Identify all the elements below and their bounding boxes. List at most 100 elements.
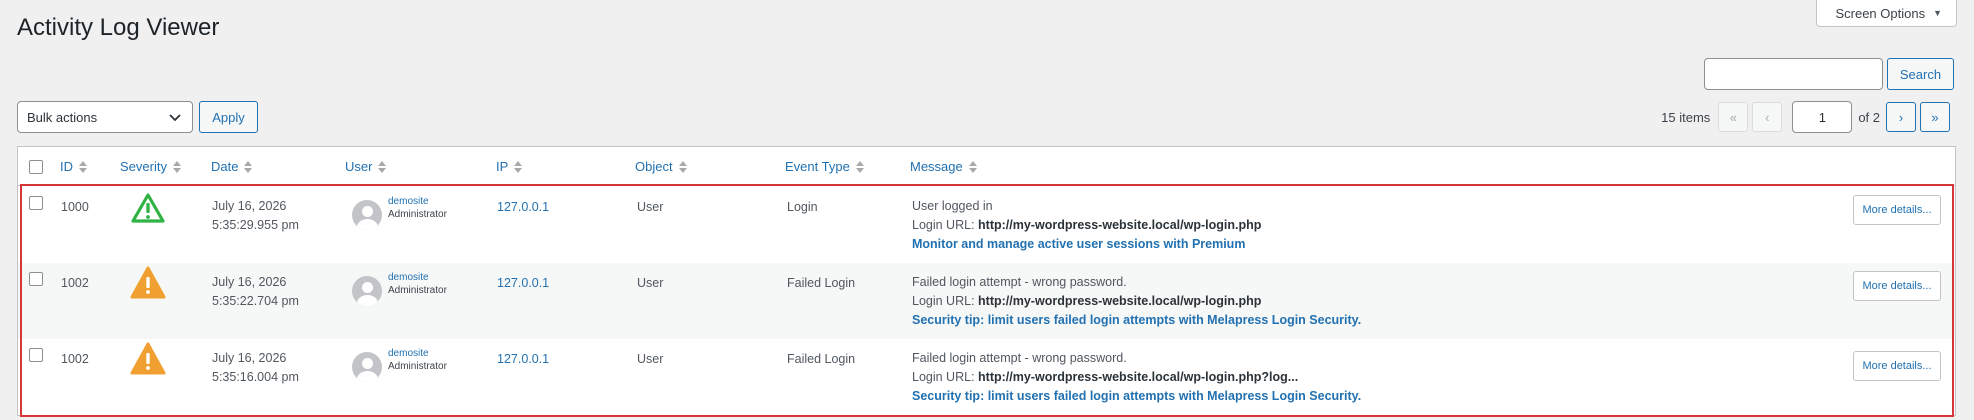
more-details-button[interactable]: More details... [1853,351,1941,381]
column-header-user[interactable]: User [345,147,387,186]
table-row: 1002 July 16, 2026 5:35:16.004 pm demosi… [18,339,1955,415]
row-event-type: Failed Login [787,352,856,366]
screen-options-button[interactable]: Screen Options ▼ [1816,0,1957,27]
row-event-type: Login [787,200,818,214]
caret-down-icon: ▼ [1933,8,1942,18]
column-label: Event Type [785,159,850,174]
column-header-ip[interactable]: IP [496,147,523,186]
ip-link[interactable]: 127.0.0.1 [497,276,549,290]
user-role: Administrator [388,285,447,296]
search-button[interactable]: Search [1887,58,1954,90]
row-user: demosite Administrator [352,271,447,306]
column-header-message[interactable]: Message [910,147,977,186]
select-all-checkbox[interactable] [29,159,43,174]
row-date: July 16, 2026 [212,275,287,289]
prev-page-button[interactable]: ‹ [1752,102,1783,132]
login-url: http://my-wordpress-website.local/wp-log… [978,218,1262,232]
row-id: 1002 [61,352,89,366]
column-header-object[interactable]: Object [635,147,687,186]
table-header: ID Severity Date User IP Object Event Ty… [18,147,1955,186]
column-label: Object [635,159,673,174]
promo-link[interactable]: Security tip: limit users failed login a… [912,387,1361,406]
last-page-button[interactable]: » [1920,102,1950,132]
column-header-severity[interactable]: Severity [120,147,181,186]
column-label: IP [496,159,509,174]
row-user: demosite Administrator [352,195,447,230]
next-page-button[interactable]: › [1886,102,1916,132]
row-checkbox[interactable] [29,348,43,362]
row-time: 5:35:16.004 pm [212,370,299,384]
pagination: 15 items « ‹ 1 of 2 › » [1661,101,1954,133]
total-pages-label: of 2 [1858,109,1880,125]
row-checkbox[interactable] [29,272,43,286]
row-user: demosite Administrator [352,347,447,382]
warning-triangle-green-icon [130,192,166,227]
login-url: http://my-wordpress-website.local/wp-log… [978,370,1299,384]
row-object: User [637,352,664,366]
row-message: User logged in Login URL: http://my-word… [912,197,1261,254]
sort-icon [968,160,977,173]
chevron-down-icon [169,114,181,122]
first-page-button[interactable]: « [1718,102,1749,132]
more-details-button[interactable]: More details... [1853,271,1941,301]
login-url-label: Login URL: [912,294,975,308]
user-name-link[interactable]: demosite [388,347,447,360]
row-time: 5:35:22.704 pm [212,294,299,308]
sort-icon [244,160,253,173]
table-row: 1000 July 16, 2026 5:35:29.955 pm demosi… [18,187,1955,263]
avatar [352,200,382,230]
sort-icon [79,160,87,173]
search-input[interactable] [1704,58,1883,90]
sort-icon [678,160,687,173]
table-row: 1002 July 16, 2026 5:35:22.704 pm demosi… [18,263,1955,339]
warning-triangle-orange-icon [130,266,166,303]
row-date: July 16, 2026 [212,199,287,213]
row-object: User [637,200,664,214]
items-count: 15 items [1661,109,1711,125]
more-details-button[interactable]: More details... [1853,195,1941,225]
screen-options-label: Screen Options [1835,5,1926,21]
column-header-event-type[interactable]: Event Type [785,147,864,186]
column-label: Severity [120,159,167,174]
column-header-date[interactable]: Date [211,147,253,186]
ip-link[interactable]: 127.0.0.1 [497,200,549,214]
sort-icon [378,160,387,173]
message-text: Failed login attempt - wrong password. [912,275,1127,289]
sort-icon [172,160,181,173]
promo-link[interactable]: Monitor and manage active user sessions … [912,235,1261,254]
message-text: User logged in [912,199,993,213]
warning-triangle-orange-icon [130,342,166,379]
row-checkbox[interactable] [29,196,43,210]
current-page-input[interactable]: 1 [1792,101,1853,133]
login-url: http://my-wordpress-website.local/wp-log… [978,294,1262,308]
column-header-id[interactable]: ID [60,147,87,186]
bulk-actions-value: Bulk actions [27,109,98,125]
row-time: 5:35:29.955 pm [212,218,299,232]
login-url-label: Login URL: [912,370,975,384]
column-label: Date [211,159,239,174]
avatar [352,352,382,382]
message-text: Failed login attempt - wrong password. [912,351,1127,365]
row-id: 1002 [61,276,89,290]
sort-icon [855,160,864,173]
select-all-cell [29,147,43,186]
ip-link[interactable]: 127.0.0.1 [497,352,549,366]
user-role: Administrator [388,209,447,220]
apply-button[interactable]: Apply [199,101,258,133]
login-url-label: Login URL: [912,218,975,232]
row-event-type: Failed Login [787,276,856,290]
avatar [352,276,382,306]
column-label: Message [910,159,963,174]
user-name-link[interactable]: demosite [388,271,447,284]
user-name-link[interactable]: demosite [388,195,447,208]
bulk-actions-select[interactable]: Bulk actions [17,101,193,133]
row-date: July 16, 2026 [212,351,287,365]
sort-icon [514,160,523,173]
column-label: ID [60,159,73,174]
row-id: 1000 [61,200,89,214]
page-title: Activity Log Viewer [17,14,220,41]
user-role: Administrator [388,361,447,372]
activity-log-table: ID Severity Date User IP Object Event Ty… [17,146,1956,416]
promo-link[interactable]: Security tip: limit users failed login a… [912,311,1361,330]
column-label: User [345,159,373,174]
